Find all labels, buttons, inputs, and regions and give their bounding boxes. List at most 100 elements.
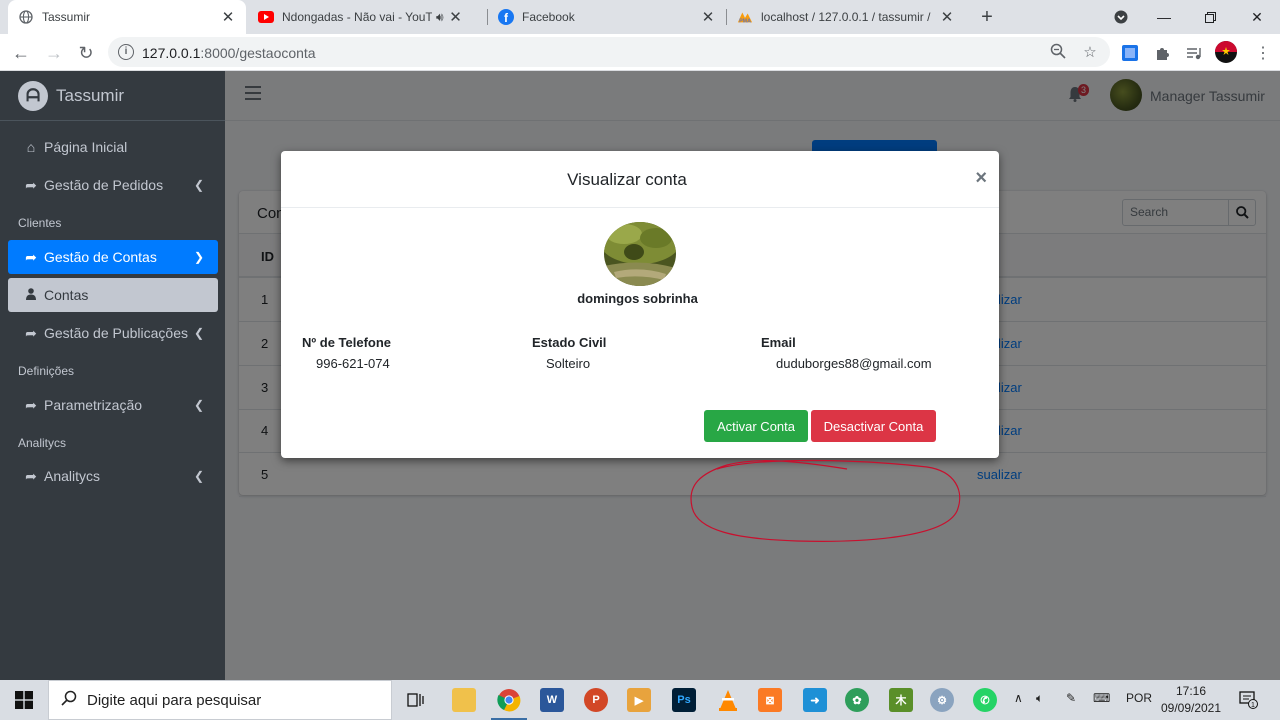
sidebar-item-label: Parametrização: [44, 397, 143, 413]
tab-title: Tassumir: [42, 10, 91, 24]
speaker-icon[interactable]: 🔊︎: [436, 10, 444, 25]
tab-title: Facebook: [522, 10, 575, 24]
whatsapp-icon[interactable]: ✆: [973, 688, 997, 712]
media-player-icon[interactable]: ▶: [627, 688, 651, 712]
phone-value: 996-621-074: [316, 356, 390, 371]
share-icon: ➦: [25, 176, 37, 193]
deactivate-account-button[interactable]: Desactivar Conta: [811, 410, 936, 442]
user-icon: [22, 287, 40, 303]
file-explorer-icon[interactable]: [452, 688, 476, 712]
puzzle-icon[interactable]: [1152, 43, 1172, 63]
svg-text:1: 1: [1251, 702, 1255, 709]
phone-label: Nº de Telefone: [302, 335, 392, 350]
close-window-icon[interactable]: ✕: [1234, 0, 1280, 34]
home-icon: ⌂: [26, 139, 36, 155]
restore-icon[interactable]: [1187, 0, 1233, 34]
address-bar[interactable]: i 127.0.0.1:8000/gestaoconta ☆: [108, 37, 1110, 67]
app-icon[interactable]: ➜: [803, 688, 827, 712]
sidebar-item-label: Gestão de Contas: [44, 249, 157, 265]
notification-center-icon[interactable]: 1: [1238, 689, 1258, 712]
zoom-icon[interactable]: [1048, 43, 1068, 63]
tab-tassumir[interactable]: Tassumir ✕: [8, 0, 246, 34]
vlc-icon[interactable]: [716, 688, 740, 712]
chevron-left-icon: ❮: [193, 178, 204, 192]
extension-icon[interactable]: [1120, 43, 1140, 63]
email-value: duduborges88@gmail.com: [776, 356, 932, 371]
youtube-icon: [258, 9, 274, 25]
menu-kebab-icon[interactable]: ⋮: [1250, 40, 1276, 66]
brand[interactable]: ᗩ Tassumir: [0, 71, 225, 121]
windows-taskbar: Digite aqui para pesquisar W P ▶ Ps ⊠ ➜ …: [0, 680, 1280, 720]
minimize-icon[interactable]: —: [1141, 0, 1187, 34]
clock-time: 17:16: [1175, 684, 1207, 698]
pen-icon[interactable]: ✎: [1066, 691, 1076, 705]
task-view-icon[interactable]: [404, 688, 428, 712]
share-icon: ➦: [25, 467, 37, 484]
profile-avatar-icon[interactable]: [1214, 40, 1238, 64]
sidebar-item-label: Contas: [44, 287, 89, 303]
sidebar-item-accounts[interactable]: ➦ Gestão de Contas ❯: [8, 240, 218, 274]
tray-chevron-up-icon[interactable]: ∧: [1014, 691, 1023, 705]
close-tab-icon[interactable]: ✕: [448, 8, 464, 26]
language-indicator[interactable]: POR: [1126, 691, 1152, 705]
globe-icon: [18, 9, 34, 25]
email-label: Email: [761, 335, 796, 350]
chevron-left-icon: ❮: [193, 326, 204, 340]
sidebar-item-publications[interactable]: ➦ Gestão de Publicações ❮: [8, 316, 218, 350]
browser-tabbar: Tassumir ✕ Ndongadas - Não vai - YouTube…: [0, 0, 1280, 34]
reload-icon[interactable]: ↻: [73, 40, 99, 66]
sidebar: ᗩ Tassumir ⌂ Página Inicial ➦ Gestão de …: [0, 71, 225, 680]
facebook-icon: f: [498, 9, 514, 25]
account-name: domingos sobrinha: [577, 291, 698, 306]
tab-phpmyadmin[interactable]: PMA localhost / 127.0.0.1 / tassumir / ✕: [727, 0, 965, 34]
chrome-icon[interactable]: [491, 688, 527, 720]
chevron-down-icon: ❯: [193, 250, 204, 264]
sidebar-item-home[interactable]: ⌂ Página Inicial: [8, 130, 218, 164]
taskbar-search-input[interactable]: Digite aqui para pesquisar: [48, 680, 392, 720]
civil-status-value: Solteiro: [546, 356, 591, 371]
tab-facebook[interactable]: f Facebook ✕: [488, 0, 726, 34]
media-control-icon[interactable]: [1184, 43, 1204, 63]
keyboard-icon[interactable]: ⌨: [1093, 691, 1110, 705]
back-icon[interactable]: ←: [8, 40, 34, 66]
modal-header: Visualizar conta ×: [281, 151, 999, 208]
powerpoint-icon[interactable]: P: [584, 688, 608, 712]
taskbar-search-placeholder: Digite aqui para pesquisar: [87, 691, 262, 709]
sidebar-item-label: Gestão de Publicações: [44, 325, 188, 341]
sidebar-header-clients: Clientes: [18, 216, 62, 230]
close-tab-icon[interactable]: ✕: [220, 8, 236, 26]
close-tab-icon[interactable]: ✕: [700, 8, 716, 26]
close-icon[interactable]: ×: [975, 167, 987, 190]
sidebar-item-contas[interactable]: Contas: [8, 278, 218, 312]
tab-youtube[interactable]: Ndongadas - Não vai - YouTube 🔊︎ ✕: [248, 0, 486, 34]
close-tab-icon[interactable]: ✕: [939, 8, 955, 26]
xampp-icon[interactable]: ⊠: [758, 688, 782, 712]
chevron-left-icon: ❮: [193, 469, 204, 483]
app-green-icon[interactable]: ✿: [845, 688, 869, 712]
url-text[interactable]: 127.0.0.1:8000/gestaoconta: [142, 45, 316, 61]
share-icon: ➦: [25, 324, 37, 341]
app-tree-icon[interactable]: ⽊: [889, 688, 913, 712]
forward-icon[interactable]: →: [41, 40, 67, 66]
sidebar-header-settings: Definições: [18, 364, 75, 378]
photoshop-icon[interactable]: Ps: [672, 688, 696, 712]
clock[interactable]: 17:16 09/09/2021: [1160, 683, 1222, 717]
sidebar-item-label: Gestão de Pedidos: [44, 177, 164, 193]
new-tab-button[interactable]: +: [976, 4, 998, 30]
tab-search-icon[interactable]: [1098, 0, 1144, 34]
brand-logo-icon: ᗩ: [18, 80, 48, 111]
sidebar-item-parameters[interactable]: ➦ Parametrização ❮: [8, 388, 218, 422]
volume-icon[interactable]: 🔈︎: [1036, 691, 1043, 706]
sidebar-item-analytics[interactable]: ➦ Analitycs ❮: [8, 459, 218, 493]
windows-start-icon[interactable]: [0, 680, 48, 720]
word-icon[interactable]: W: [540, 688, 564, 712]
search-icon: [61, 690, 77, 711]
sidebar-item-orders[interactable]: ➦ Gestão de Pedidos ❮: [8, 168, 218, 202]
chevron-left-icon: ❮: [193, 398, 204, 412]
site-info-icon[interactable]: i: [118, 44, 134, 60]
app-gear-icon[interactable]: ⚙: [930, 688, 954, 712]
bookmark-star-icon[interactable]: ☆: [1080, 43, 1100, 63]
tab-title: localhost / 127.0.0.1 / tassumir /: [761, 10, 931, 24]
activate-account-button[interactable]: Activar Conta: [704, 410, 808, 442]
view-account-modal: Visualizar conta × domingos sobrinha Nº …: [281, 151, 999, 458]
